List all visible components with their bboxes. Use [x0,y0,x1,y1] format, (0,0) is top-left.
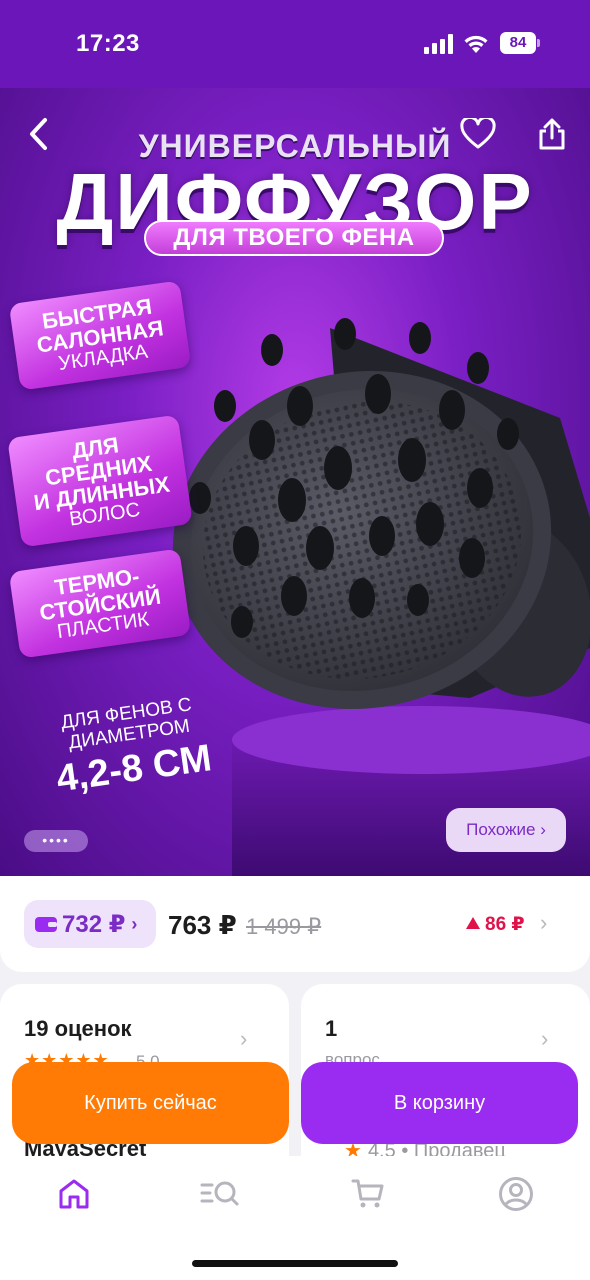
nav-catalog[interactable] [200,1174,240,1214]
wifi-icon [464,35,488,53]
arrow-up-icon [466,917,480,929]
wallet-price-button[interactable]: 732 ₽ › [24,900,156,948]
product-page: 17:23 84 УНИВЕРСАЛЬНЫЙ ДИФФУЗОР ДЛЯ ТВОЕ… [0,0,590,1280]
status-time: 17:23 [76,30,140,57]
current-price: 763 ₽ [168,910,237,940]
cellular-signal-icon [424,34,453,54]
reviews-count: 19 оценок [24,1016,132,1041]
heart-icon [460,118,496,149]
profile-icon [499,1177,533,1211]
price-card[interactable]: 732 ₽ › 763 ₽ 1 499 ₽ 86 ₽ › [0,876,590,972]
wallet-icon [35,917,57,932]
banner-subtitle-pill: ДЛЯ ТВОЕГО ФЕНА [144,220,444,256]
catalog-search-icon [200,1181,239,1206]
buy-now-button[interactable]: Купить сейчас [12,1062,289,1144]
share-button[interactable] [530,112,574,156]
favorite-button[interactable] [456,112,500,156]
similar-button[interactable]: Похожие › [446,808,566,852]
gallery-pager[interactable]: •••• [24,830,88,852]
product-image-gallery[interactable]: УНИВЕРСАЛЬНЫЙ ДИФФУЗОР ДЛЯ ТВОЕГО ФЕНА Б… [0,88,590,876]
status-bar: 17:23 84 [0,0,590,88]
nav-home[interactable] [54,1174,94,1214]
home-icon [59,1179,89,1209]
old-price: 1 499 ₽ [246,914,322,939]
nav-cart[interactable] [348,1174,388,1214]
nav-profile[interactable] [496,1174,536,1214]
battery-level: 84 [500,32,536,54]
chevron-right-icon: › [540,910,548,935]
chevron-right-icon: › [240,1026,248,1051]
wallet-price: 732 ₽ [62,910,126,938]
share-icon [539,118,565,150]
questions-count: 1 [325,1016,338,1041]
home-indicator [192,1260,398,1267]
chevron-right-icon: › [131,913,138,934]
battery-icon: 84 [500,32,540,54]
cart-icon [351,1179,384,1208]
price-rise: 86 ₽ [466,913,525,936]
chevron-right-icon: › [541,1026,549,1051]
add-to-cart-button[interactable]: В корзину [301,1062,578,1144]
